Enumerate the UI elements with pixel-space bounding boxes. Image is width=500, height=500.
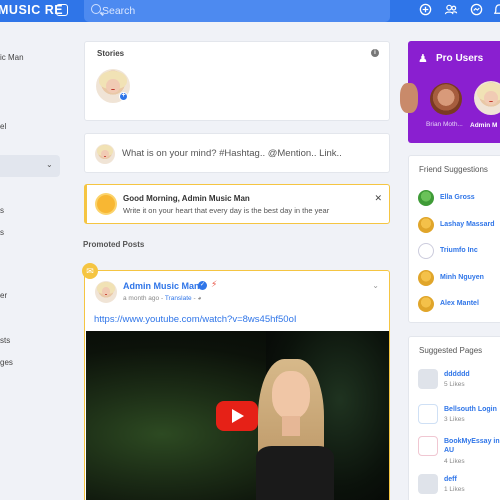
pro-users-card: ♟ Pro Users Brian Moth... Admin M (400, 41, 500, 143)
add-circle-icon[interactable] (418, 3, 432, 17)
video-embed[interactable] (86, 331, 389, 500)
search-icon (91, 4, 101, 14)
page-name[interactable]: dddddd (444, 370, 470, 379)
avatar (418, 270, 434, 286)
sidebar-item-profile[interactable]: ic Man (0, 53, 24, 62)
greeting-card: Good Morning, Admin Music Man Write it o… (84, 184, 390, 224)
globe-icon: ◕ (197, 295, 202, 302)
search-bar[interactable] (84, 0, 390, 22)
search-input[interactable] (102, 2, 372, 19)
sidebar-item-pages[interactable]: s (0, 228, 4, 237)
translate-link[interactable]: Translate (165, 295, 192, 302)
close-icon[interactable]: ✕ (374, 193, 382, 204)
page-likes: 4 Likes (444, 458, 465, 465)
pro-user-avatar[interactable] (400, 83, 418, 113)
notifications-icon[interactable] (492, 3, 500, 17)
page-flag-icon (418, 474, 438, 494)
pro-users-title: Pro Users (436, 53, 484, 64)
pro-user-name[interactable]: Brian Moth... (426, 121, 463, 128)
friend-name[interactable]: Minh Nguyen (440, 274, 484, 281)
verified-icon: ✓ (198, 281, 207, 290)
friend-name[interactable]: Triumfo Inc (440, 247, 478, 254)
avatar (418, 190, 434, 206)
suggested-pages-card: Suggested Pages dddddd 5 Likes Bellsouth… (408, 336, 500, 500)
post-author-avatar[interactable] (95, 281, 117, 303)
friend-suggestions-title: Friend Suggestions (419, 165, 488, 174)
friend-name[interactable]: Lashay Massard (440, 221, 494, 228)
page-name[interactable]: Bellsouth Login (444, 405, 497, 414)
promoted-posts-label: Promoted Posts (83, 240, 145, 249)
page-name[interactable]: deff (444, 475, 457, 484)
sidebar-item-groups[interactable]: s (0, 206, 4, 215)
avatar (418, 217, 434, 233)
user-avatar (95, 144, 115, 164)
home-icon[interactable] (56, 4, 68, 16)
pro-user-avatar[interactable] (474, 81, 500, 115)
page-logo-icon (418, 404, 438, 424)
suggested-pages-title: Suggested Pages (419, 346, 483, 355)
friend-suggestions-card: Friend Suggestions Ella Gross Lashay Mas… (408, 155, 500, 323)
friend-name[interactable]: Ella Gross (440, 194, 475, 201)
sidebar-item-channel[interactable]: el (0, 122, 6, 131)
post-time: a month ago (123, 295, 160, 302)
info-icon[interactable]: i (371, 49, 379, 57)
post-link[interactable]: https://www.youtube.com/watch?v=8ws45hf5… (94, 314, 297, 325)
stories-card: Stories i + (84, 41, 390, 121)
avatar (418, 243, 434, 259)
post-composer[interactable]: What is on your mind? #Hashtag.. @Mentio… (84, 133, 390, 173)
page-name[interactable]: BookMyEssay in AU (444, 437, 500, 455)
avatar (418, 296, 434, 312)
sidebar-item-messages[interactable]: ges (0, 358, 13, 367)
sidebar-item-player[interactable]: er (0, 291, 7, 300)
promoted-post: Admin Music Man ✓ ⚡ a month ago - Transl… (84, 270, 390, 500)
post-meta: a month ago - Translate - ◕ (123, 295, 202, 302)
greeting-title: Good Morning, Admin Music Man (123, 194, 250, 203)
add-story-icon[interactable]: + (119, 92, 128, 101)
pro-bolt-icon: ⚡ (211, 279, 218, 289)
pro-user-name[interactable]: Admin M (470, 122, 497, 129)
composer-placeholder[interactable]: What is on your mind? #Hashtag.. @Mentio… (122, 148, 342, 159)
sun-icon (97, 195, 115, 213)
post-options-icon[interactable]: ⌄ (372, 281, 379, 290)
sidebar-item-posts[interactable]: sts (0, 336, 10, 345)
page-flag-icon (418, 369, 438, 389)
megaphone-icon: ✉ (82, 263, 98, 279)
pro-users-icon: ♟ (418, 53, 428, 65)
friend-name[interactable]: Alex Mantel (440, 300, 479, 307)
messenger-icon[interactable] (469, 3, 483, 17)
page-likes: 1 Likes (444, 486, 465, 493)
greeting-subtitle: Write it on your heart that every day is… (123, 206, 330, 215)
pro-user-avatar[interactable] (430, 83, 462, 115)
page-logo-icon (418, 436, 438, 456)
page-likes: 5 Likes (444, 381, 465, 388)
top-navbar: MUSIC RE (0, 0, 500, 22)
stories-title: Stories (97, 49, 125, 58)
chevron-down-icon[interactable]: ⌄ (46, 160, 53, 169)
post-author-name[interactable]: Admin Music Man (123, 281, 200, 291)
brand-logo-text[interactable]: MUSIC RE (0, 3, 63, 17)
page-likes: 3 Likes (444, 416, 465, 423)
friends-icon[interactable] (444, 3, 458, 17)
play-button-icon[interactable] (216, 401, 258, 431)
